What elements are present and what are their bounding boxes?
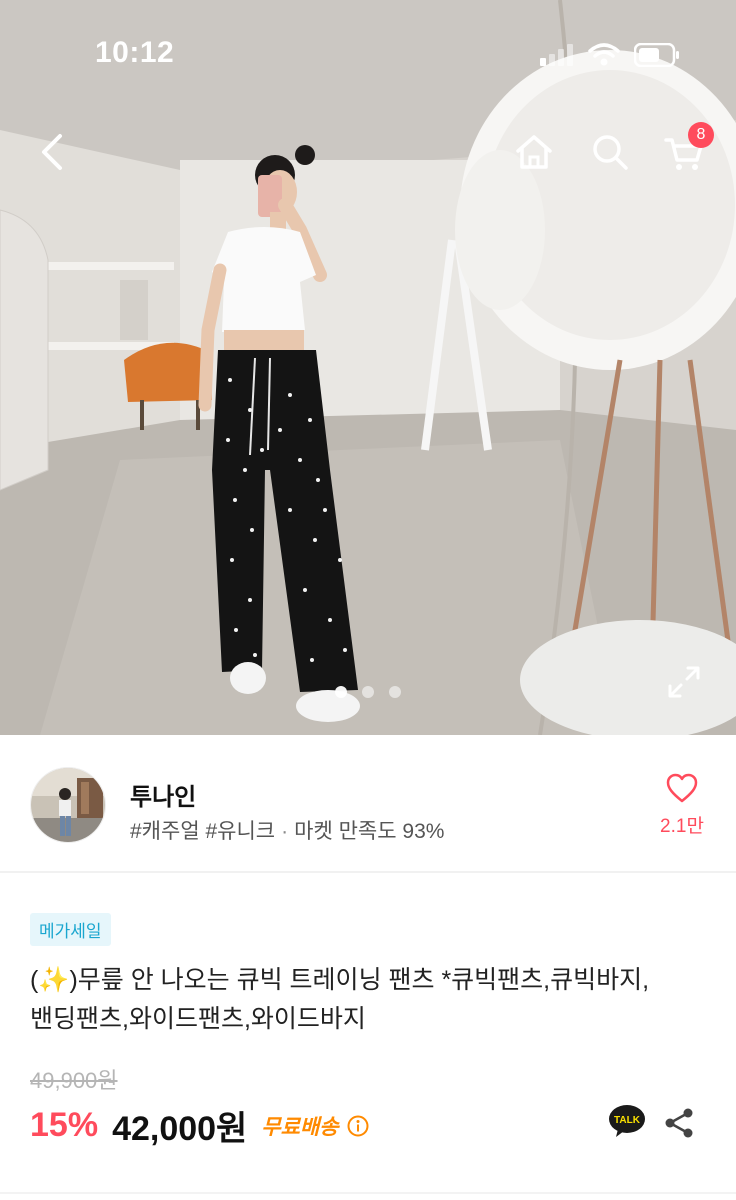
- heart-icon: [666, 773, 698, 803]
- divider: [0, 1192, 736, 1194]
- battery-icon: [634, 43, 679, 67]
- home-icon: [516, 135, 552, 169]
- gallery-dot[interactable]: [389, 686, 401, 698]
- back-arrow-icon: [42, 134, 62, 170]
- share-button[interactable]: [664, 1107, 694, 1139]
- search-button[interactable]: [586, 128, 634, 176]
- gallery-indicator: [0, 686, 736, 698]
- gallery-dot[interactable]: [335, 686, 347, 698]
- free-shipping-label: 무료배송: [261, 1115, 339, 1139]
- status-time: 10:12: [95, 36, 175, 69]
- cart-count-badge: 8: [688, 122, 714, 148]
- meta-separator: ·: [281, 820, 289, 843]
- product-info: 메가세일 (✨)무릎 안 나오는 큐빅 트레이닝 팬츠 *큐빅팬츠,큐빅바지,밴…: [0, 875, 736, 1200]
- expand-icon: [668, 666, 700, 698]
- discount-rate: 15%: [30, 1106, 99, 1144]
- expand-button[interactable]: [666, 664, 702, 700]
- home-button[interactable]: [510, 128, 558, 176]
- product-title: (✨)무릎 안 나오는 큐빅 트레이닝 팬츠 *큐빅팬츠,큐빅바지,밴딩팬츠,와…: [30, 966, 650, 1033]
- share-icon: [665, 1108, 693, 1138]
- search-icon: [593, 135, 628, 170]
- shop-meta: #캐주얼 #유니크 · 마켓 만족도 93%: [130, 815, 444, 845]
- gallery-dot[interactable]: [362, 686, 374, 698]
- price-row: 15% 42,000원 무료배송: [30, 1101, 369, 1150]
- cart-button[interactable]: 8: [660, 122, 714, 176]
- sale-price: 42,000원: [112, 1110, 248, 1148]
- shop-name[interactable]: 투나인: [130, 777, 196, 812]
- status-icons: [540, 40, 680, 70]
- svg-text:TALK: TALK: [614, 1115, 641, 1126]
- back-button[interactable]: [28, 128, 76, 176]
- product-image-gallery[interactable]: 10:12 8: [0, 0, 736, 735]
- kakao-talk-icon: TALK: [609, 1105, 645, 1137]
- shop-info[interactable]: 투나인 #캐주얼 #유니크 · 마켓 만족도 93% 2.1만: [0, 735, 736, 873]
- original-price: 49,900원: [30, 1068, 118, 1093]
- signal-icon: [540, 44, 573, 66]
- like-button[interactable]: 2.1만: [650, 773, 714, 838]
- shop-avatar[interactable]: [30, 767, 106, 843]
- wifi-icon: [588, 43, 620, 66]
- shop-avatar-image: [31, 768, 105, 842]
- shop-tags: #캐주얼 #유니크: [130, 820, 276, 843]
- status-bar: 10:12: [0, 0, 736, 100]
- shop-satisfaction: 마켓 만족도 93%: [294, 820, 445, 843]
- kakao-talk-button[interactable]: TALK: [608, 1104, 646, 1138]
- like-count: 2.1만: [660, 816, 704, 837]
- info-icon[interactable]: [347, 1115, 369, 1137]
- top-navigation: 8: [0, 110, 736, 194]
- promo-badge: 메가세일: [30, 913, 111, 946]
